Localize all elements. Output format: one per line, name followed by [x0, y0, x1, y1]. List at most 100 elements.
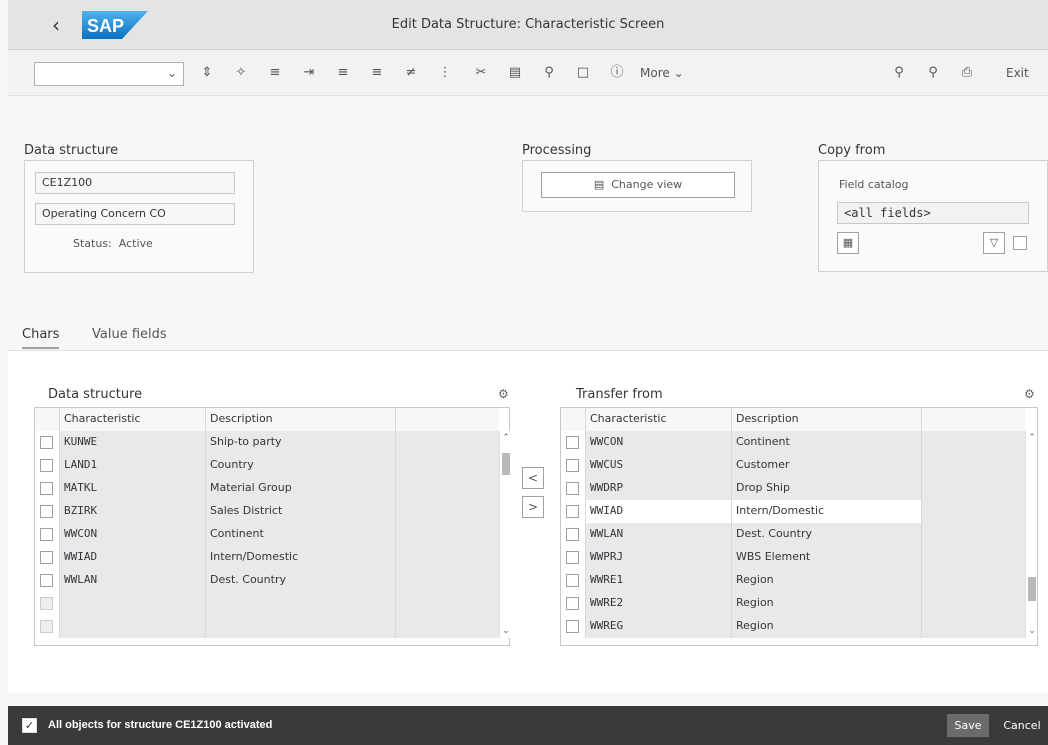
row-checkbox[interactable] — [40, 620, 53, 633]
table-row[interactable]: WWRE2 Region — [561, 592, 1025, 615]
row-select-cell[interactable] — [35, 546, 59, 569]
command-field[interactable]: ⌄ — [34, 62, 184, 86]
row-select-cell[interactable] — [35, 500, 59, 523]
bullet-list-icon[interactable]: ⋮ — [434, 62, 456, 84]
row-select-cell[interactable] — [561, 477, 585, 500]
move-right-button[interactable]: > — [522, 496, 544, 518]
table-row[interactable]: WWDRP Drop Ship — [561, 477, 1025, 500]
filter-icon[interactable]: ▽ — [983, 232, 1005, 254]
table-row[interactable]: WWRE1 Region — [561, 569, 1025, 592]
paste-icon[interactable]: ▤ — [504, 62, 526, 84]
gear-icon[interactable]: ⚙ — [498, 387, 509, 401]
table-row[interactable]: WWCON Continent — [561, 431, 1025, 454]
cut-icon[interactable]: ✂ — [470, 62, 492, 84]
row-select-cell[interactable] — [561, 569, 585, 592]
document-icon[interactable]: □ — [572, 62, 594, 84]
row-checkbox[interactable] — [40, 551, 53, 564]
table-row[interactable]: KUNWE Ship-to party — [35, 431, 499, 454]
cancel-button[interactable]: Cancel — [1000, 714, 1044, 737]
row-checkbox[interactable] — [566, 574, 579, 587]
table-row[interactable]: WWCON Continent — [35, 523, 499, 546]
scroll-up-icon[interactable]: ⌃ — [500, 431, 512, 445]
table-row[interactable]: WWLAN Dest. Country — [35, 569, 499, 592]
zoom-icon[interactable]: ⚲ — [538, 62, 560, 84]
table-row[interactable] — [35, 592, 499, 615]
table-row[interactable]: WWREG Region — [561, 615, 1025, 638]
scroll-down-icon[interactable]: ⌄ — [500, 624, 512, 638]
row-checkbox[interactable] — [40, 482, 53, 495]
scroll-down-icon[interactable]: ⌄ — [1026, 624, 1038, 638]
table-row[interactable]: BZIRK Sales District — [35, 500, 499, 523]
table-row[interactable]: WWCUS Customer — [561, 454, 1025, 477]
magic-wand-icon[interactable]: ✧ — [230, 62, 252, 84]
row-select-cell[interactable] — [35, 454, 59, 477]
row-select-cell[interactable] — [35, 592, 59, 615]
filter-checkbox[interactable] — [1013, 236, 1027, 250]
row-checkbox[interactable] — [566, 482, 579, 495]
search-icon[interactable]: ⚲ — [888, 62, 910, 84]
print-icon[interactable]: ⎙ — [956, 62, 978, 84]
row-checkbox[interactable] — [566, 459, 579, 472]
field-catalog-input[interactable]: <all fields> — [837, 202, 1029, 224]
row-checkbox[interactable] — [566, 597, 579, 610]
change-view-button[interactable]: ▤ Change view — [541, 172, 735, 198]
table-row[interactable]: WWPRJ WBS Element — [561, 546, 1025, 569]
row-select-cell[interactable] — [561, 454, 585, 477]
row-checkbox[interactable] — [40, 528, 53, 541]
row-select-cell[interactable] — [35, 477, 59, 500]
indent-icon[interactable]: ⇥ — [298, 62, 320, 84]
move-left-button[interactable]: < — [522, 467, 544, 489]
numbered-list-icon[interactable]: ≠ — [400, 62, 422, 84]
table-row[interactable]: WWLAN Dest. Country — [561, 523, 1025, 546]
row-checkbox[interactable] — [566, 528, 579, 541]
row-select-cell[interactable] — [561, 523, 585, 546]
row-select-cell[interactable] — [561, 431, 585, 454]
image-icon[interactable]: ▦ — [837, 232, 859, 254]
row-checkbox[interactable] — [566, 436, 579, 449]
description-cell: Region — [731, 569, 921, 592]
row-checkbox[interactable] — [40, 505, 53, 518]
row-checkbox[interactable] — [40, 597, 53, 610]
save-button[interactable]: Save — [947, 714, 989, 737]
row-checkbox[interactable] — [566, 620, 579, 633]
row-select-cell[interactable] — [561, 615, 585, 638]
row-checkbox[interactable] — [40, 436, 53, 449]
row-checkbox[interactable] — [566, 505, 579, 518]
row-checkbox[interactable] — [566, 551, 579, 564]
row-checkbox[interactable] — [40, 459, 53, 472]
tab-chars[interactable]: Chars — [22, 327, 60, 349]
scroll-thumb[interactable] — [502, 453, 510, 475]
row-select-cell[interactable] — [561, 500, 585, 523]
characteristic-cell: WWIAD — [59, 546, 205, 569]
vertical-scrollbar[interactable]: ⌃ ⌄ — [1025, 431, 1037, 638]
row-select-cell[interactable] — [35, 615, 59, 638]
exit-button[interactable]: Exit — [1006, 62, 1029, 84]
row-select-cell[interactable] — [35, 523, 59, 546]
gear-icon[interactable]: ⚙ — [1024, 387, 1035, 401]
more-menu[interactable]: More ⌄ — [640, 62, 684, 84]
left_table-header-row: Characteristic Description — [35, 408, 499, 431]
align-left-icon[interactable]: ≡ — [366, 62, 388, 84]
table-row[interactable]: MATKL Material Group — [35, 477, 499, 500]
row-select-cell[interactable] — [35, 569, 59, 592]
back-button[interactable]: ‹ — [44, 14, 68, 38]
table-row[interactable]: WWIAD Intern/Domestic — [35, 546, 499, 569]
scroll-up-icon[interactable]: ⌃ — [1026, 431, 1038, 445]
vertical-scrollbar[interactable]: ⌃ ⌄ — [499, 431, 511, 638]
search-next-icon[interactable]: ⚲ — [922, 62, 944, 84]
chevron-down-icon[interactable]: ⌄ — [167, 66, 177, 80]
row-select-cell[interactable] — [561, 592, 585, 615]
column-header-characteristic: Characteristic — [585, 408, 731, 431]
vertical-align-icon[interactable]: ⇕ — [196, 62, 218, 84]
align-center-icon[interactable]: ≡ — [332, 62, 354, 84]
row-checkbox[interactable] — [40, 574, 53, 587]
row-select-cell[interactable] — [561, 546, 585, 569]
table-row[interactable]: WWIAD Intern/Domestic — [561, 500, 1025, 523]
table-row[interactable]: LAND1 Country — [35, 454, 499, 477]
tab-value-fields[interactable]: Value fields — [92, 327, 167, 342]
info-icon[interactable]: ⓘ — [606, 62, 628, 84]
row-select-cell[interactable] — [35, 431, 59, 454]
tree-icon[interactable]: ≡ — [264, 62, 286, 84]
scroll-thumb[interactable] — [1028, 577, 1036, 601]
table-row[interactable] — [35, 615, 499, 638]
